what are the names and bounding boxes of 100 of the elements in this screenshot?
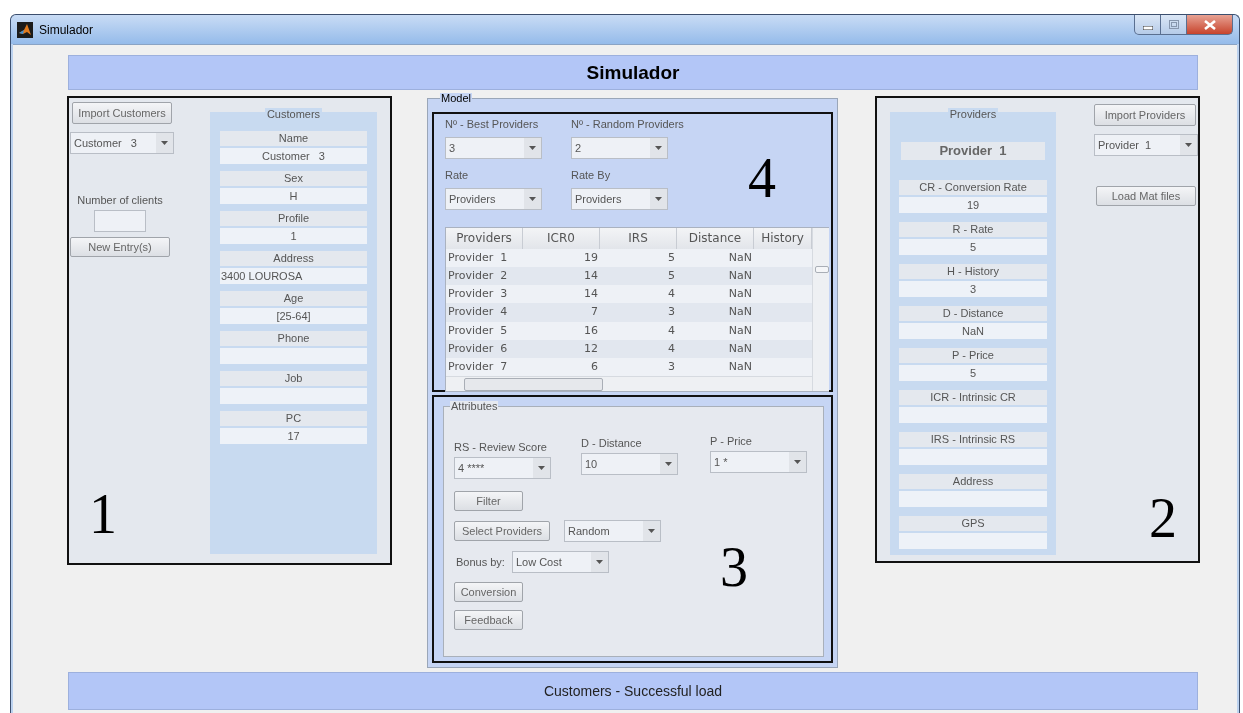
table-cell-text: 4 <box>667 340 676 357</box>
caret-icon <box>794 460 801 464</box>
select-providers-button[interactable]: Select Providers <box>454 521 550 541</box>
annotation-number: 2 <box>1149 490 1177 546</box>
app-heading: Simulador <box>586 61 680 84</box>
caret-icon <box>655 146 662 150</box>
close-icon <box>1203 19 1216 30</box>
provider-name: Provider 1 <box>901 142 1045 160</box>
caret-icon <box>161 141 168 145</box>
dropdown[interactable]: Providers <box>571 188 668 210</box>
table-cell-text: 12 <box>583 340 599 357</box>
field-label: GPS <box>899 516 1047 531</box>
column-header[interactable]: Providers <box>446 228 523 249</box>
dropdown[interactable]: Providers <box>445 188 542 210</box>
caret-icon <box>655 197 662 201</box>
conversion-button[interactable]: Conversion <box>454 582 523 602</box>
panel-title: Customers <box>264 108 323 120</box>
table-cell-text: Provider 1 <box>447 250 509 266</box>
dropdown[interactable]: 10 <box>581 453 678 475</box>
field-label: D - Distance <box>899 306 1047 321</box>
column-header[interactable]: IRS <box>600 228 677 249</box>
field-label: Rate <box>445 169 470 181</box>
field-value: [25-64] <box>220 308 367 324</box>
panel-title: Attributes <box>450 401 499 412</box>
field-label: Address <box>899 474 1047 489</box>
column-header[interactable]: Distance <box>677 228 754 249</box>
field-label: P - Price <box>710 435 753 447</box>
table-cell-text: 3 <box>667 304 676 321</box>
field-value: 5 <box>899 365 1047 381</box>
app-icon <box>17 21 33 38</box>
field-label: Rate By <box>571 169 612 181</box>
caret-icon <box>529 146 536 150</box>
field-label: Nº - Best Providers <box>445 118 540 130</box>
field-label: IRS - Intrinsic RS <box>899 432 1047 447</box>
dropdown[interactable]: 2 <box>571 137 668 159</box>
annotation-number: 3 <box>720 539 748 595</box>
field-label: D - Distance <box>581 437 643 449</box>
dropdown[interactable]: 4 **** <box>454 457 551 479</box>
field-label: Phone <box>220 331 367 346</box>
field-value: H <box>220 188 367 204</box>
table-cell-text: NaN <box>727 268 753 285</box>
table-cell-text: 5 <box>667 250 676 266</box>
field-value: 17 <box>220 428 367 444</box>
table-cell-text: 19 <box>583 250 599 266</box>
import-customers-button[interactable]: Import Customers <box>72 102 172 124</box>
column-header[interactable]: ICR0 <box>523 228 600 249</box>
dropdown[interactable]: Provider 1 <box>1094 134 1198 156</box>
table-cell-text: 6 <box>590 358 599 375</box>
clients-label: Number of clients <box>76 194 164 206</box>
field-value: 3 <box>899 281 1047 297</box>
table-cell-text: NaN <box>727 304 753 321</box>
new-entry-button[interactable]: New Entry(s) <box>70 237 170 257</box>
field-value: Customer 3 <box>220 148 367 164</box>
field-label: RS - Review Score <box>454 441 548 453</box>
horizontal-scrollbar[interactable] <box>446 376 812 391</box>
field-label: Job <box>220 371 367 386</box>
field-label: Name <box>220 131 367 146</box>
field-label: Profile <box>220 211 367 226</box>
import-providers-button[interactable]: Import Providers <box>1094 104 1196 126</box>
table-cell-text: 14 <box>583 286 599 303</box>
field-label: Address <box>220 251 367 266</box>
feedback-button[interactable]: Feedback <box>454 610 523 630</box>
window-title: Simulador <box>39 22 94 37</box>
clients-input-field[interactable] <box>94 210 146 232</box>
table-cell-text: NaN <box>727 358 753 375</box>
annotation-number: 4 <box>748 150 776 206</box>
maximize-button[interactable] <box>1161 15 1187 35</box>
filter-button[interactable]: Filter <box>454 491 523 511</box>
minimize-button[interactable] <box>1134 15 1161 35</box>
dropdown[interactable]: Customer 3 <box>70 132 174 154</box>
field-label: P - Price <box>899 348 1047 363</box>
table-cell-text: Provider 2 <box>447 268 509 285</box>
table-cell-text: 7 <box>590 304 599 321</box>
table-cell-text: Provider 7 <box>447 358 509 375</box>
field-label: ICR - Intrinsic CR <box>899 390 1047 405</box>
table-cell-text: Provider 3 <box>447 286 509 303</box>
maximize-icon <box>1168 20 1179 29</box>
field-label: Nº - Random Providers <box>571 118 685 130</box>
table-cell-text: Provider 6 <box>447 340 509 357</box>
field-label: Bonus by: <box>456 556 505 568</box>
minimize-icon <box>1142 25 1153 30</box>
field-value: NaN <box>899 323 1047 339</box>
field-label: Sex <box>220 171 367 186</box>
field-value: 5 <box>899 239 1047 255</box>
table-cell-text: 4 <box>667 286 676 303</box>
caret-icon <box>529 197 536 201</box>
caret-icon <box>595 560 603 564</box>
field-label: H - History <box>899 264 1047 279</box>
close-button[interactable] <box>1187 15 1233 35</box>
field-value: 3400 LOUROSA <box>220 268 367 284</box>
field-value: 1 <box>220 228 367 244</box>
dropdown[interactable]: Random <box>564 520 661 542</box>
table-cell-text: Provider 4 <box>447 304 509 321</box>
status-message: Customers - Successful load <box>543 683 723 699</box>
dropdown[interactable]: 3 <box>445 137 542 159</box>
vertical-scrollbar[interactable] <box>812 228 829 391</box>
table-cell-text: 16 <box>583 322 599 339</box>
dropdown[interactable]: Low Cost <box>511 551 609 573</box>
load-mat-files-button[interactable]: Load Mat files <box>1096 186 1196 206</box>
dropdown[interactable]: 1 * <box>710 451 807 473</box>
